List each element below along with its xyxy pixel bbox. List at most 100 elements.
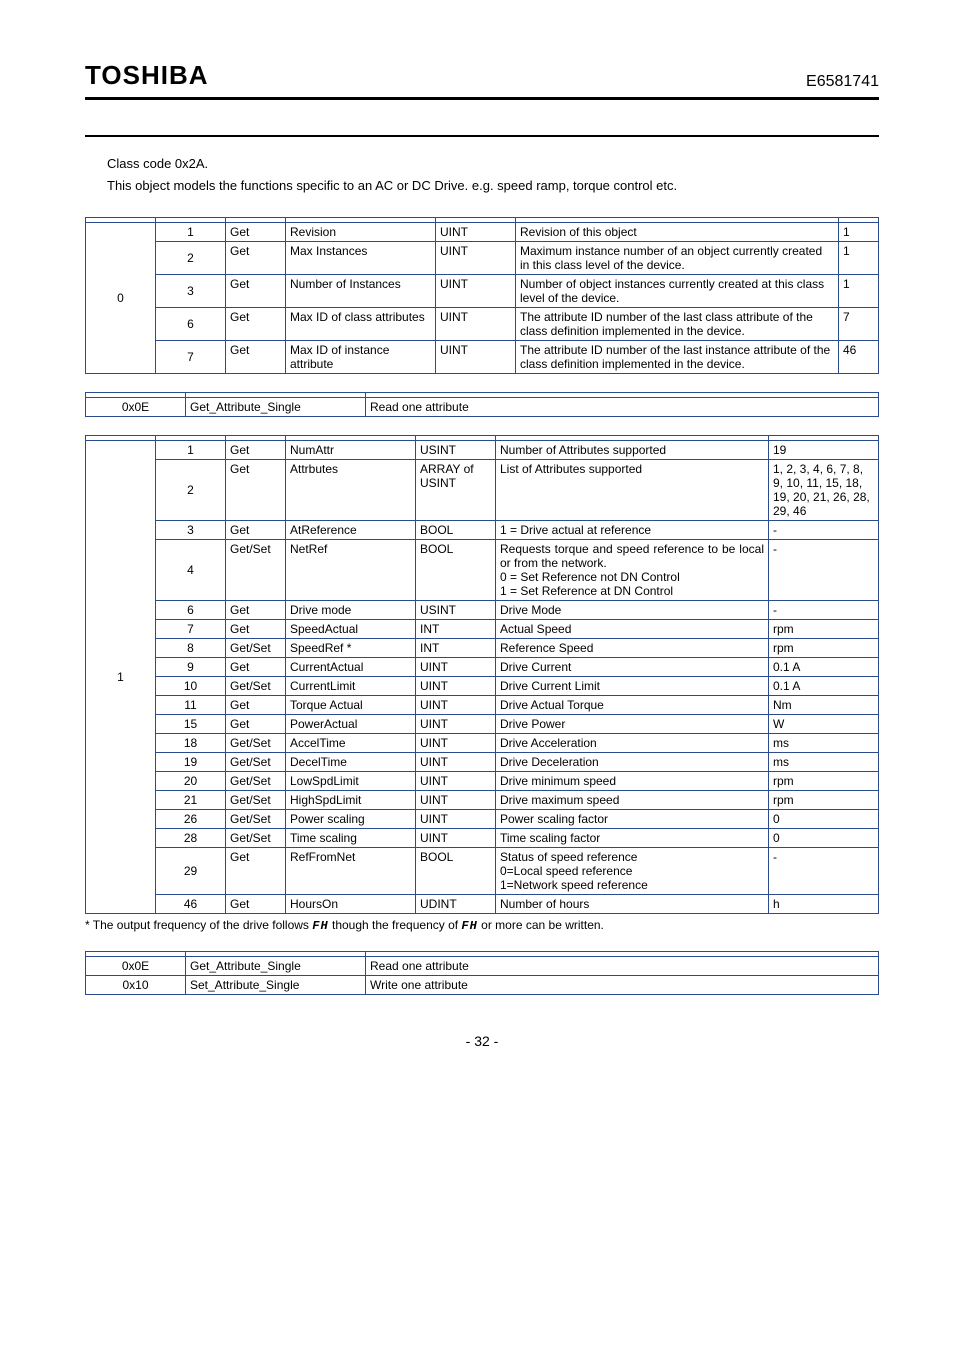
table-cell: Number of hours xyxy=(496,895,769,914)
table-cell: Reference Speed xyxy=(496,639,769,658)
footnote: * The output frequency of the drive foll… xyxy=(85,918,879,933)
table-cell: Drive maximum speed xyxy=(496,791,769,810)
table-cell: ARRAY of USINT xyxy=(416,460,496,521)
table-cell: NetRef xyxy=(286,540,416,601)
table-cell: Get/Set xyxy=(226,677,286,696)
class-services-table: 0x0E Get_Attribute_Single Read one attri… xyxy=(85,392,879,417)
table-cell: UINT xyxy=(416,772,496,791)
table-cell: Max ID of instance attribute xyxy=(286,341,436,374)
table-cell: AccelTime xyxy=(286,734,416,753)
table-cell: 0 xyxy=(769,829,879,848)
table-cell: Number of Instances xyxy=(286,275,436,308)
table-cell: Get/Set xyxy=(226,753,286,772)
table-cell: Get/Set xyxy=(226,772,286,791)
table-cell: 0.1 A xyxy=(769,677,879,696)
table-cell: Get xyxy=(226,308,286,341)
brand-logo: TOSHIBA xyxy=(85,60,209,91)
table-cell: Get/Set xyxy=(226,540,286,601)
table-cell: 29 xyxy=(156,848,226,895)
table-cell: 28 xyxy=(156,829,226,848)
table-cell: 2 xyxy=(156,460,226,521)
table-cell: Revision xyxy=(286,223,436,242)
table-cell: HighSpdLimit xyxy=(286,791,416,810)
table-cell: Get xyxy=(226,895,286,914)
table-cell: Read one attribute xyxy=(366,398,879,417)
table-cell: Drive Current xyxy=(496,658,769,677)
table-cell: Get xyxy=(226,620,286,639)
instance-services-table: 0x0E Get_Attribute_Single Read one attri… xyxy=(85,951,879,995)
table-cell: Power scaling xyxy=(286,810,416,829)
table-cell: 4 xyxy=(156,540,226,601)
table-cell: 1 xyxy=(156,441,226,460)
table-cell: Drive minimum speed xyxy=(496,772,769,791)
table-cell: Number of object instances currently cre… xyxy=(516,275,839,308)
footnote-text: * The output frequency of the drive foll… xyxy=(85,918,312,932)
table-cell: 20 xyxy=(156,772,226,791)
table-cell: - xyxy=(769,848,879,895)
table-cell: Get xyxy=(226,658,286,677)
table-cell: Get xyxy=(226,242,286,275)
table-cell: UINT xyxy=(416,715,496,734)
param-code: FH xyxy=(461,919,477,933)
table-cell: Get xyxy=(226,521,286,540)
table-cell: Drive mode xyxy=(286,601,416,620)
table-cell: 7 xyxy=(156,620,226,639)
table-cell: 2 xyxy=(156,242,226,275)
table-cell: Drive Power xyxy=(496,715,769,734)
table-cell: Get xyxy=(226,460,286,521)
table-cell: 0.1 A xyxy=(769,658,879,677)
header-rule xyxy=(85,97,879,100)
table-cell: The attribute ID number of the last inst… xyxy=(516,341,839,374)
table-cell: UINT xyxy=(436,308,516,341)
table-cell: Attrbutes xyxy=(286,460,416,521)
param-code: FH xyxy=(312,919,328,933)
table-cell: rpm xyxy=(769,620,879,639)
table-cell: 7 xyxy=(839,308,879,341)
table-cell: PowerActual xyxy=(286,715,416,734)
table-cell: NumAttr xyxy=(286,441,416,460)
table-cell: rpm xyxy=(769,791,879,810)
table-cell: 0 xyxy=(769,810,879,829)
table-cell: Get xyxy=(226,601,286,620)
page-number: - 32 - xyxy=(85,1033,879,1049)
table-cell: Get_Attribute_Single xyxy=(186,398,366,417)
table-cell: 11 xyxy=(156,696,226,715)
table-cell: BOOL xyxy=(416,848,496,895)
table-cell: Get xyxy=(226,848,286,895)
doc-number: E6581741 xyxy=(806,73,879,91)
table-cell: 0x0E xyxy=(86,398,186,417)
table-cell: Max Instances xyxy=(286,242,436,275)
table-cell: 19 xyxy=(769,441,879,460)
table-cell: UDINT xyxy=(416,895,496,914)
table-cell: UINT xyxy=(416,677,496,696)
table-cell: Time scaling factor xyxy=(496,829,769,848)
table-cell: The attribute ID number of the last clas… xyxy=(516,308,839,341)
table-cell: UINT xyxy=(436,242,516,275)
table-cell: 1, 2, 3, 4, 6, 7, 8, 9, 10, 11, 15, 18, … xyxy=(769,460,879,521)
table-cell: h xyxy=(769,895,879,914)
table-cell: Write one attribute xyxy=(366,976,879,995)
table-cell: 3 xyxy=(156,521,226,540)
table-cell: SpeedActual xyxy=(286,620,416,639)
table-cell: CurrentActual xyxy=(286,658,416,677)
table-cell: 1 xyxy=(839,275,879,308)
table-cell: Set_Attribute_Single xyxy=(186,976,366,995)
table-cell: Maximum instance number of an object cur… xyxy=(516,242,839,275)
table-cell: AtReference xyxy=(286,521,416,540)
table-cell: 0x10 xyxy=(86,976,186,995)
table-cell: Get xyxy=(226,341,286,374)
footnote-text: though the frequency of xyxy=(329,918,462,932)
table-cell: Get xyxy=(226,441,286,460)
table-cell: ms xyxy=(769,734,879,753)
table-cell: UINT xyxy=(416,734,496,753)
table-cell: Get xyxy=(226,696,286,715)
table-cell: W xyxy=(769,715,879,734)
table-cell: UINT xyxy=(416,658,496,677)
table-cell: UINT xyxy=(416,810,496,829)
table-cell: HoursOn xyxy=(286,895,416,914)
table-cell: INT xyxy=(416,639,496,658)
table-cell: DecelTime xyxy=(286,753,416,772)
table-cell: 15 xyxy=(156,715,226,734)
table-cell: 18 xyxy=(156,734,226,753)
table-cell: Drive Actual Torque xyxy=(496,696,769,715)
